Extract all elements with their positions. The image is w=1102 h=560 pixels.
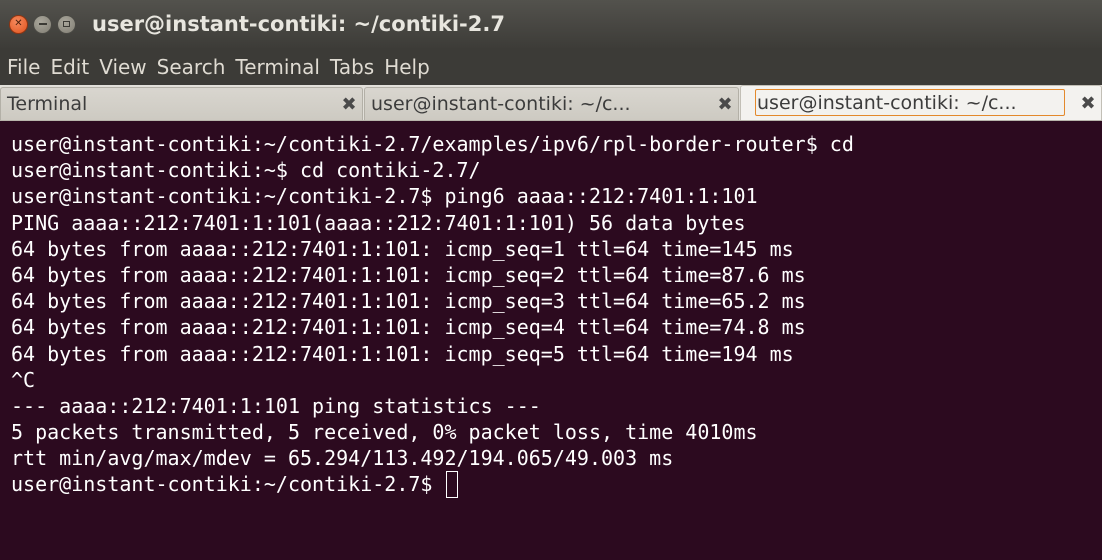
- menu-view[interactable]: View: [94, 55, 151, 79]
- terminal-line: 64 bytes from aaaa::212:7401:1:101: icmp…: [11, 341, 794, 366]
- tab-label: Terminal: [7, 93, 88, 115]
- terminal-line: user@instant-contiki:~/contiki-2.7/examp…: [11, 132, 854, 156]
- text-cursor: [446, 471, 459, 499]
- terminal-line: 64 bytes from aaaa::212:7401:1:101: icmp…: [11, 236, 794, 261]
- tab-close-icon[interactable]: ✖: [336, 94, 362, 115]
- tab-label: user@instant-contiki: ~/c...: [757, 92, 1017, 114]
- menu-search[interactable]: Search: [152, 55, 231, 79]
- menu-bar: File Edit View Search Terminal Tabs Help: [0, 48, 1102, 85]
- terminal-line: 64 bytes from aaaa::212:7401:1:101: icmp…: [11, 262, 806, 287]
- terminal-window: ✕ user@instant-contiki: ~/contiki-2.7 Fi…: [0, 0, 1102, 560]
- maximize-icon: [63, 21, 70, 27]
- tab-user-contiki-2-active[interactable]: user@instant-contiki: ~/c... ✖: [740, 85, 1102, 120]
- tab-close-icon[interactable]: ✖: [1075, 93, 1101, 114]
- tab-bar: Terminal ✖ user@instant-contiki: ~/c... …: [0, 85, 1102, 121]
- terminal-line: user@instant-contiki:~$ cd contiki-2.7/: [11, 158, 481, 183]
- terminal-line: user@instant-contiki:~/contiki-2.7$ ping…: [11, 184, 758, 209]
- menu-help[interactable]: Help: [379, 55, 435, 79]
- terminal-line: ^C: [11, 367, 36, 392]
- close-icon: ✕: [14, 18, 23, 29]
- menu-terminal[interactable]: Terminal: [230, 55, 325, 79]
- minimize-window-button[interactable]: [33, 14, 52, 34]
- close-window-button[interactable]: ✕: [9, 14, 28, 34]
- tab-label: user@instant-contiki: ~/c...: [371, 93, 631, 115]
- terminal-prompt-line[interactable]: user@instant-contiki:~/contiki-2.7$: [11, 471, 1102, 499]
- window-title: user@instant-contiki: ~/contiki-2.7: [92, 12, 505, 36]
- maximize-window-button[interactable]: [57, 14, 76, 34]
- terminal-line: 64 bytes from aaaa::212:7401:1:101: icmp…: [11, 289, 806, 314]
- tab-close-icon[interactable]: ✖: [712, 94, 738, 115]
- terminal-prompt: user@instant-contiki:~/contiki-2.7$: [11, 472, 445, 497]
- terminal-line: rtt min/avg/max/mdev = 65.294/113.492/19…: [11, 446, 674, 471]
- menu-tabs[interactable]: Tabs: [325, 55, 379, 79]
- terminal-line: 64 bytes from aaaa::212:7401:1:101: icmp…: [11, 315, 806, 340]
- terminal-line: 5 packets transmitted, 5 received, 0% pa…: [11, 420, 758, 445]
- terminal-line: --- aaaa::212:7401:1:101 ping statistics…: [11, 393, 541, 418]
- terminal-output[interactable]: user@instant-contiki:~/contiki-2.7/examp…: [0, 121, 1102, 560]
- menu-file[interactable]: File: [2, 55, 45, 79]
- menu-edit[interactable]: Edit: [45, 55, 94, 79]
- tab-terminal[interactable]: Terminal ✖: [0, 87, 363, 120]
- terminal-line: PING aaaa::212:7401:1:101(aaaa::212:7401…: [11, 210, 746, 235]
- tab-user-contiki-1[interactable]: user@instant-contiki: ~/c... ✖: [364, 87, 739, 120]
- minimize-icon: [38, 23, 47, 25]
- title-bar[interactable]: ✕ user@instant-contiki: ~/contiki-2.7: [0, 0, 1102, 48]
